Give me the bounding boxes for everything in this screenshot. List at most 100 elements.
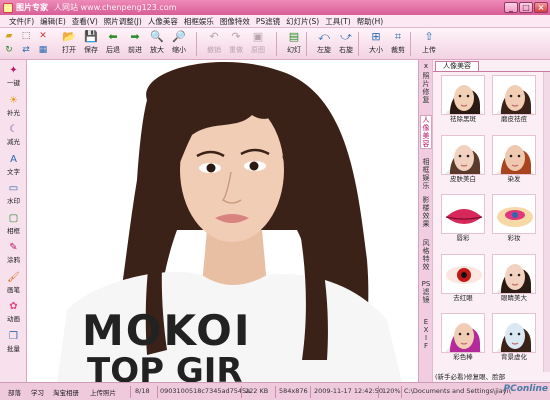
left-tool-label: 画笔 bbox=[7, 285, 20, 294]
left-tool-watermark[interactable]: ▭ 水印 bbox=[1, 182, 26, 208]
resize-icon: ⊞ bbox=[371, 29, 381, 43]
menu-item[interactable]: 幻灯片(S) bbox=[283, 16, 322, 27]
left-tool-doodle[interactable]: ✎ 涂鸦 bbox=[1, 241, 26, 267]
close-button[interactable]: × bbox=[534, 2, 548, 13]
effect-item[interactable]: 彩色棒 bbox=[441, 313, 485, 361]
effect-item-label: 去红眼 bbox=[453, 293, 473, 302]
brush-icon: 🖌 bbox=[7, 271, 20, 283]
effect-item[interactable]: 彩妆 bbox=[492, 194, 536, 242]
menu-item[interactable]: 照片调整(J) bbox=[101, 16, 145, 27]
toolbar-button-resize[interactable]: ⊞ 大小 bbox=[365, 29, 387, 59]
toolbar-button-redo[interactable]: ↷ 重做 bbox=[225, 29, 247, 59]
side-tab[interactable]: 风格特效 bbox=[420, 239, 432, 271]
menu-item[interactable]: 帮助(H) bbox=[354, 16, 387, 27]
left-tool-label: 一键 bbox=[7, 79, 20, 87]
toolbar-button-slideshow[interactable]: ▤ 幻灯 bbox=[283, 29, 305, 59]
file-size: 222 KB bbox=[245, 387, 269, 395]
text-icon: A bbox=[10, 153, 17, 165]
side-tab[interactable]: 影楼效果 bbox=[420, 196, 432, 228]
toolbar-button-original-image[interactable]: ▣ 原图 bbox=[247, 29, 269, 59]
effect-item[interactable]: 祛除黑斑 bbox=[441, 75, 485, 123]
select-icon[interactable]: ⬚ bbox=[19, 30, 33, 42]
learn-button[interactable]: 学习 bbox=[31, 387, 44, 397]
left-tool-frame[interactable]: ▢ 相框 bbox=[1, 212, 26, 238]
toolbar-button-rotate-left[interactable]: ⤺ 左旋 bbox=[313, 29, 335, 59]
arrow-right-icon: ➡ bbox=[130, 29, 140, 43]
quick-tools: ▰ ⬚ ✕ ↻ ⇄ ▦ bbox=[2, 30, 54, 58]
tribe-button[interactable]: 部落 bbox=[8, 387, 21, 397]
minimize-button[interactable]: _ bbox=[504, 2, 518, 13]
toolbar-label: 撤销 bbox=[207, 46, 221, 54]
toolbar-button-arrow-right[interactable]: ➡ 前进 bbox=[124, 29, 146, 59]
menu-item[interactable]: 编辑(E) bbox=[37, 16, 69, 27]
toolbar-label: 前进 bbox=[128, 46, 142, 54]
maximize-button[interactable]: □ bbox=[519, 2, 533, 13]
lip-color-thumb bbox=[441, 194, 485, 234]
toolbar-label: 缩小 bbox=[172, 46, 186, 54]
folder-icon[interactable]: ▰ bbox=[2, 30, 16, 42]
menu-item[interactable]: PS滤镜 bbox=[253, 16, 283, 27]
toolbar-button-zoom-in[interactable]: 🔍 放大 bbox=[146, 29, 168, 59]
menu-item[interactable]: 人像美容 bbox=[145, 16, 181, 27]
menu-item[interactable]: 文件(F) bbox=[6, 16, 37, 27]
effect-item[interactable]: 去红眼 bbox=[441, 253, 485, 302]
left-tool-label: 水印 bbox=[7, 197, 20, 205]
side-tab[interactable]: 照片修复 bbox=[420, 72, 432, 104]
effect-item[interactable]: 磨皮祛痘 bbox=[492, 75, 536, 123]
effect-item[interactable]: 眼睛美大 bbox=[492, 253, 536, 302]
panel-scrollbar[interactable] bbox=[543, 72, 550, 372]
toolbar-button-rotate-right[interactable]: ⤻ 右旋 bbox=[335, 29, 357, 59]
panel-footer[interactable]: (新手必看)修复眼、脸部 bbox=[435, 373, 549, 382]
panel-tab[interactable]: 人像美容 bbox=[435, 61, 479, 71]
left-tool-label: 文字 bbox=[7, 167, 20, 176]
left-tool-brush[interactable]: 🖌 画笔 bbox=[1, 271, 26, 297]
side-tab[interactable]: 人像美容 bbox=[420, 115, 432, 149]
left-tool-text[interactable]: A 文字 bbox=[1, 153, 26, 179]
left-tool-animation[interactable]: ✿ 动画 bbox=[1, 300, 26, 326]
effect-item-label: 染发 bbox=[507, 174, 521, 183]
side-tab[interactable]: EXIF bbox=[420, 318, 432, 350]
effect-item-label: 皮肤美白 bbox=[450, 174, 476, 183]
left-tool-batch[interactable]: ❒ 批量 bbox=[1, 330, 26, 356]
effect-item[interactable]: 背景虚化 bbox=[492, 313, 536, 361]
menu-bar: 文件(F) 编辑(E) 查看(V) 照片调整(J) 人像美容 相框娱乐 图像特效 PS滤镜 幻灯… bbox=[0, 15, 550, 28]
open-small-icon[interactable]: ↻ bbox=[2, 44, 16, 56]
side-tab[interactable]: 相框娱乐 bbox=[420, 158, 432, 190]
effect-item[interactable]: 染发 bbox=[492, 134, 536, 183]
photo-canvas[interactable]: MOKOI TOP GIR bbox=[27, 60, 418, 382]
slideshow-icon: ▤ bbox=[288, 29, 300, 43]
toolbar-button-zoom-out[interactable]: 🔎 缩小 bbox=[168, 29, 190, 59]
taobao-album-button[interactable]: 淘宝相册 bbox=[53, 387, 79, 397]
left-tool-one-click[interactable]: ✦ 一键 bbox=[1, 64, 26, 90]
left-tool-reduce-light[interactable]: ☾ 减光 bbox=[1, 123, 26, 149]
toolbar-button-arrow-left[interactable]: ⬅ 后退 bbox=[102, 29, 124, 59]
toolbar-button-upload[interactable]: ⇧ 上传 bbox=[418, 29, 440, 59]
toolbar-button-save[interactable]: 💾 保存 bbox=[80, 29, 102, 59]
toolbar-button-undo[interactable]: ↶ 撤销 bbox=[203, 29, 225, 59]
effect-item[interactable]: 皮肤美白 bbox=[441, 134, 485, 183]
side-tab[interactable]: PS 滤镜 bbox=[420, 280, 432, 304]
grid-icon[interactable]: ▦ bbox=[36, 44, 50, 56]
delete-icon[interactable]: ✕ bbox=[36, 30, 50, 42]
left-tool-fill-light[interactable]: ☀ 补光 bbox=[1, 94, 26, 120]
doodle-icon: ✎ bbox=[9, 242, 18, 253]
portrait-photo: MOKOI TOP GIR bbox=[27, 60, 418, 382]
effect-item-label: 背景虚化 bbox=[501, 353, 527, 361]
toolbar-label: 左旋 bbox=[317, 46, 331, 54]
upload-photo-button[interactable]: 上传照片 bbox=[90, 387, 116, 397]
menu-item[interactable]: 相框娱乐 bbox=[181, 16, 217, 27]
effect-item[interactable]: 唇彩 bbox=[441, 194, 485, 242]
toolbar-button-crop[interactable]: ⌗ 裁剪 bbox=[387, 29, 409, 59]
makeup-thumb bbox=[492, 194, 536, 234]
toolbar-button-open-folder[interactable]: 📂 打开 bbox=[58, 29, 80, 59]
menu-item[interactable]: 工具(T) bbox=[322, 16, 353, 27]
menu-item[interactable]: 图像特效 bbox=[217, 16, 253, 27]
menu-item[interactable]: 查看(V) bbox=[69, 16, 101, 27]
left-tool-label: 涂鸦 bbox=[7, 256, 20, 264]
zoom-in-icon: 🔍 bbox=[150, 29, 164, 43]
rotate-right-icon: ⤻ bbox=[340, 29, 352, 43]
close-panel-icon[interactable]: x bbox=[421, 62, 431, 70]
shirt-text-line-1: MOKOI bbox=[82, 306, 252, 355]
save-small-icon[interactable]: ⇄ bbox=[19, 44, 33, 56]
toolbar-label: 大小 bbox=[369, 46, 383, 54]
